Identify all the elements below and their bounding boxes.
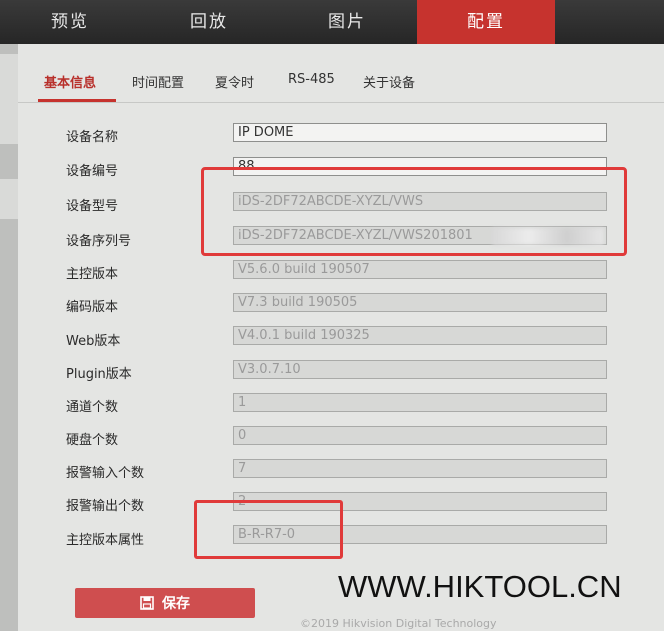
- sidebar-edge: [0, 44, 18, 631]
- watermark-text: WWW.HIKTOOL.CN: [338, 569, 622, 604]
- top-nav-bar: 预览 回放 图片 配置: [0, 0, 664, 44]
- sub-tab-bar: 基本信息 时间配置 夏令时 RS-485 关于设备: [18, 44, 664, 104]
- sidebar-block: [0, 54, 18, 144]
- label-device-model: 设备型号: [66, 199, 119, 214]
- subtab-about-device[interactable]: 关于设备: [363, 72, 415, 91]
- nav-tab-configuration[interactable]: 配置: [417, 0, 555, 44]
- subtab-basic-info[interactable]: 基本信息: [44, 72, 96, 91]
- label-web-version: Web版本: [66, 334, 121, 349]
- plugin-version-field: V3.0.7.10: [233, 360, 607, 379]
- label-firmware-version: 主控版本: [66, 267, 119, 282]
- label-alarm-input-count: 报警输入个数: [66, 466, 145, 481]
- label-encoding-version: 编码版本: [66, 300, 119, 315]
- encoding-version-field: V7.3 build 190505: [233, 293, 607, 312]
- label-firmware-attribute: 主控版本属性: [66, 533, 145, 548]
- hdd-count-field: 0: [233, 426, 607, 445]
- firmware-version-field: V5.6.0 build 190507: [233, 260, 607, 279]
- nav-tab-picture[interactable]: 图片: [278, 0, 416, 44]
- subtab-divider: [18, 102, 664, 103]
- nav-tab-preview[interactable]: 预览: [0, 0, 140, 44]
- label-alarm-output-count: 报警输出个数: [66, 499, 145, 514]
- subtab-dst[interactable]: 夏令时: [215, 72, 254, 91]
- alarm-input-count-field: 7: [233, 459, 607, 478]
- web-version-field: V4.0.1 build 190325: [233, 326, 607, 345]
- label-serial-number: 设备序列号: [66, 234, 132, 249]
- subtab-rs485[interactable]: RS-485: [288, 72, 335, 87]
- copyright-footer: ©2019 Hikvision Digital Technology: [300, 617, 497, 630]
- label-device-number: 设备编号: [66, 164, 119, 179]
- save-button-label: 保存: [162, 596, 190, 612]
- channel-count-field: 1: [233, 393, 607, 412]
- label-device-name: 设备名称: [66, 130, 119, 145]
- sidebar-block: [0, 179, 18, 219]
- highlight-box-model-serial: [201, 167, 627, 256]
- device-name-field[interactable]: IP DOME: [233, 123, 607, 142]
- highlight-box-firmware-attribute: [194, 500, 343, 559]
- floppy-disk-icon: [140, 596, 154, 610]
- label-channel-count: 通道个数: [66, 400, 119, 415]
- label-plugin-version: Plugin版本: [66, 367, 132, 382]
- subtab-time-settings[interactable]: 时间配置: [132, 72, 184, 91]
- nav-tab-playback[interactable]: 回放: [140, 0, 278, 44]
- save-button[interactable]: 保存: [75, 588, 255, 618]
- label-hdd-count: 硬盘个数: [66, 433, 119, 448]
